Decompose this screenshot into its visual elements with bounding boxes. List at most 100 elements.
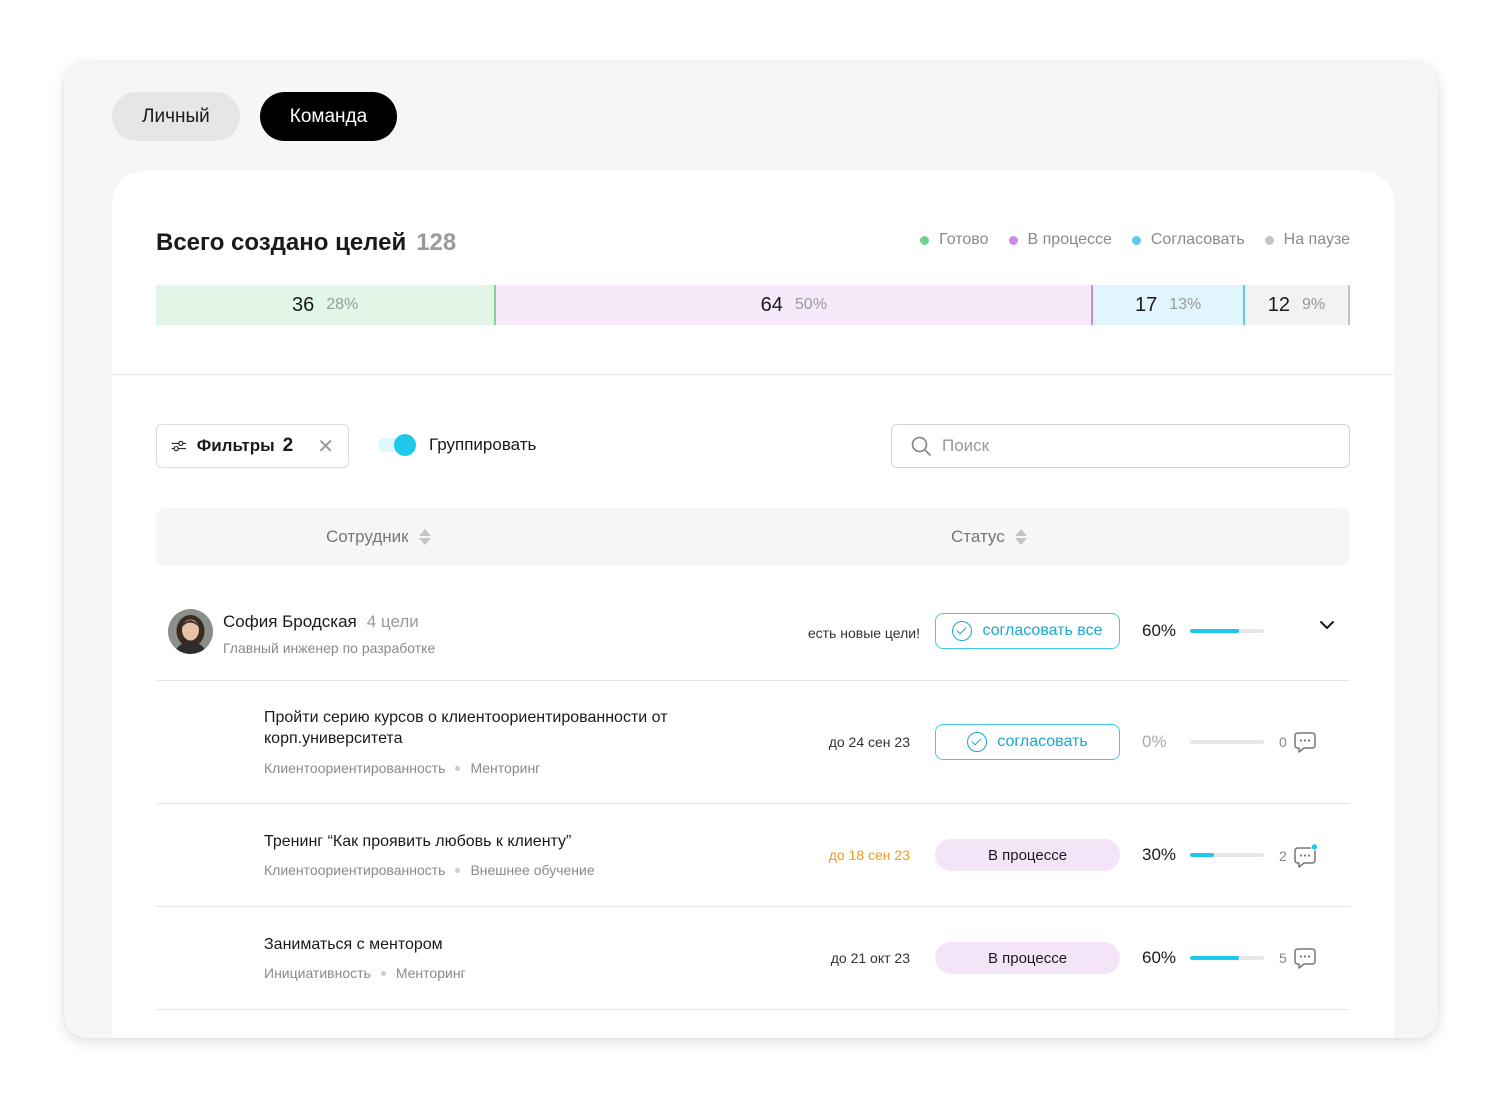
section-divider xyxy=(112,374,1394,375)
comments-button[interactable]: 2 xyxy=(1279,843,1319,869)
comments-button[interactable]: 5 xyxy=(1279,946,1317,970)
legend-dot-done xyxy=(920,235,930,245)
check-circle-icon xyxy=(952,621,973,641)
sort-icon xyxy=(418,529,431,545)
goal-tags: Инициативность Менторинг xyxy=(264,965,466,981)
legend-item-in-progress: В процессе xyxy=(1008,231,1112,249)
comments-button[interactable]: 0 xyxy=(1279,730,1317,754)
tag-separator xyxy=(455,765,461,771)
goal-row[interactable]: Заниматься с ментором Инициативность Мен… xyxy=(156,907,1350,1010)
chevron-down-icon[interactable] xyxy=(1318,619,1336,631)
employee-row[interactable]: София Бродская 4 цели Главный инженер по… xyxy=(156,583,1350,681)
progress-track xyxy=(1190,853,1264,857)
column-employee-label: Сотрудник xyxy=(326,527,409,546)
progress-track xyxy=(1190,740,1264,744)
employee-progress: 60% xyxy=(1142,621,1264,641)
segment-paused-percent: 9% xyxy=(1302,296,1326,313)
segment-done-count: 36 xyxy=(292,293,315,316)
approve-button[interactable]: согласовать xyxy=(935,724,1120,760)
approve-all-button[interactable]: согласовать все xyxy=(935,613,1120,649)
progress-fill xyxy=(1190,853,1215,857)
comment-icon xyxy=(1294,948,1316,969)
progress-fill xyxy=(1190,956,1239,960)
segment-approve-count: 17 xyxy=(1134,293,1158,316)
goal-due-date: до 24 сен 23 xyxy=(828,734,910,750)
segment-approve-percent: 13% xyxy=(1169,296,1202,313)
column-status-header[interactable]: Статус xyxy=(951,527,1027,547)
filters-count: 2 xyxy=(282,435,294,456)
segment-in-progress-percent: 50% xyxy=(794,296,827,313)
sliders-icon xyxy=(171,440,187,452)
goal-due-date: до 21 окт 23 xyxy=(830,950,910,966)
tag-separator xyxy=(380,970,386,976)
tab-personal[interactable]: Личный xyxy=(112,92,240,141)
goal-progress: 60% xyxy=(1142,948,1264,968)
group-toggle-label: Группировать xyxy=(429,435,537,454)
column-employee-header[interactable]: Сотрудник xyxy=(326,527,431,547)
table-header: Сотрудник Статус xyxy=(156,508,1350,566)
comments-count: 2 xyxy=(1279,848,1287,864)
legend-item-approve: Согласовать xyxy=(1131,231,1245,249)
employee-progress-value: 60% xyxy=(1142,621,1177,640)
search-icon xyxy=(911,436,931,456)
goal-row[interactable]: Пройти серию курсов о клиентоориентирова… xyxy=(156,681,1350,804)
segment-done-percent: 28% xyxy=(326,296,359,313)
goal-tag: Менторинг xyxy=(470,760,541,776)
segment-done: 36 28% xyxy=(156,285,497,325)
segment-paused: 12 9% xyxy=(1244,285,1350,325)
progress-track xyxy=(1190,956,1264,960)
goals-card: Всего создано целей 128 Готово В процесс… xyxy=(112,171,1394,1038)
filters-button[interactable]: Фильтры 2 ✕ xyxy=(156,424,349,468)
goal-title[interactable]: Пройти серию курсов о клиентоориентирова… xyxy=(264,707,704,749)
goal-title[interactable]: Тренинг “Как проявить любовь к клиенту” xyxy=(264,831,704,852)
goal-progress-value: 0% xyxy=(1142,732,1167,751)
goal-tags: Клиентоориентированность Менторинг xyxy=(264,760,540,776)
goal-due-date: до 18 сен 23 xyxy=(828,847,910,863)
goal-tag: Инициативность xyxy=(264,965,371,981)
toggle-knob xyxy=(394,434,416,456)
legend-label-approve: Согласовать xyxy=(1150,231,1245,248)
legend-dot-in-progress xyxy=(1008,235,1018,245)
goal-tag: Клиентоориентированность xyxy=(264,862,446,878)
status-badge[interactable]: В процессе xyxy=(935,839,1120,871)
clear-filters-icon[interactable]: ✕ xyxy=(317,434,334,459)
legend-dot-paused xyxy=(1264,235,1274,245)
goal-tag: Менторинг xyxy=(395,965,466,981)
employee-name[interactable]: София Бродская xyxy=(223,612,357,632)
goal-progress-value: 60% xyxy=(1142,948,1177,967)
segment-paused-count: 12 xyxy=(1267,293,1290,316)
progress-fill xyxy=(1190,629,1239,633)
status-badge[interactable]: В процессе xyxy=(935,942,1120,974)
status-legend: Готово В процессе Согласовать На паузе xyxy=(920,231,1350,249)
goals-window: Личный Команда Всего создано целей 128 Г… xyxy=(64,62,1438,1038)
tag-separator xyxy=(455,867,461,873)
comment-new-icon xyxy=(1294,843,1318,868)
employee-goals-count: 4 цели xyxy=(366,612,419,631)
segment-approve: 17 13% xyxy=(1093,285,1245,325)
tab-team[interactable]: Команда xyxy=(259,92,398,141)
status-distribution-bar: 36 28% 64 50% 17 13% 12 9% xyxy=(156,285,1350,325)
search-box xyxy=(891,424,1350,468)
column-status-label: Статус xyxy=(951,527,1005,546)
approve-label: согласовать xyxy=(997,733,1088,750)
approve-all-label: согласовать все xyxy=(982,622,1103,639)
check-circle-icon xyxy=(967,732,988,752)
goal-tag: Внешнее обучение xyxy=(470,862,595,878)
employee-role: Главный инженер по разработке xyxy=(223,640,436,656)
progress-track xyxy=(1190,629,1264,633)
legend-dot-approve xyxy=(1131,235,1141,245)
search-input[interactable] xyxy=(942,436,1322,456)
filters-label: Фильтры xyxy=(196,436,275,455)
goal-title[interactable]: Заниматься с ментором xyxy=(264,934,704,955)
comments-count: 5 xyxy=(1279,950,1287,966)
legend-label-done: Готово xyxy=(939,231,989,248)
legend-item-done: Готово xyxy=(920,231,989,249)
goal-row[interactable]: Тренинг “Как проявить любовь к клиенту” … xyxy=(156,804,1350,907)
goal-tag: Клиентоориентированность xyxy=(264,760,446,776)
summary-title: Всего создано целей 128 xyxy=(156,229,456,257)
sort-icon xyxy=(1014,529,1027,545)
summary-total: 128 xyxy=(416,229,457,256)
summary-title-text: Всего создано целей xyxy=(156,229,407,256)
view-tabs: Личный Команда xyxy=(112,92,398,141)
group-toggle[interactable] xyxy=(378,433,418,457)
